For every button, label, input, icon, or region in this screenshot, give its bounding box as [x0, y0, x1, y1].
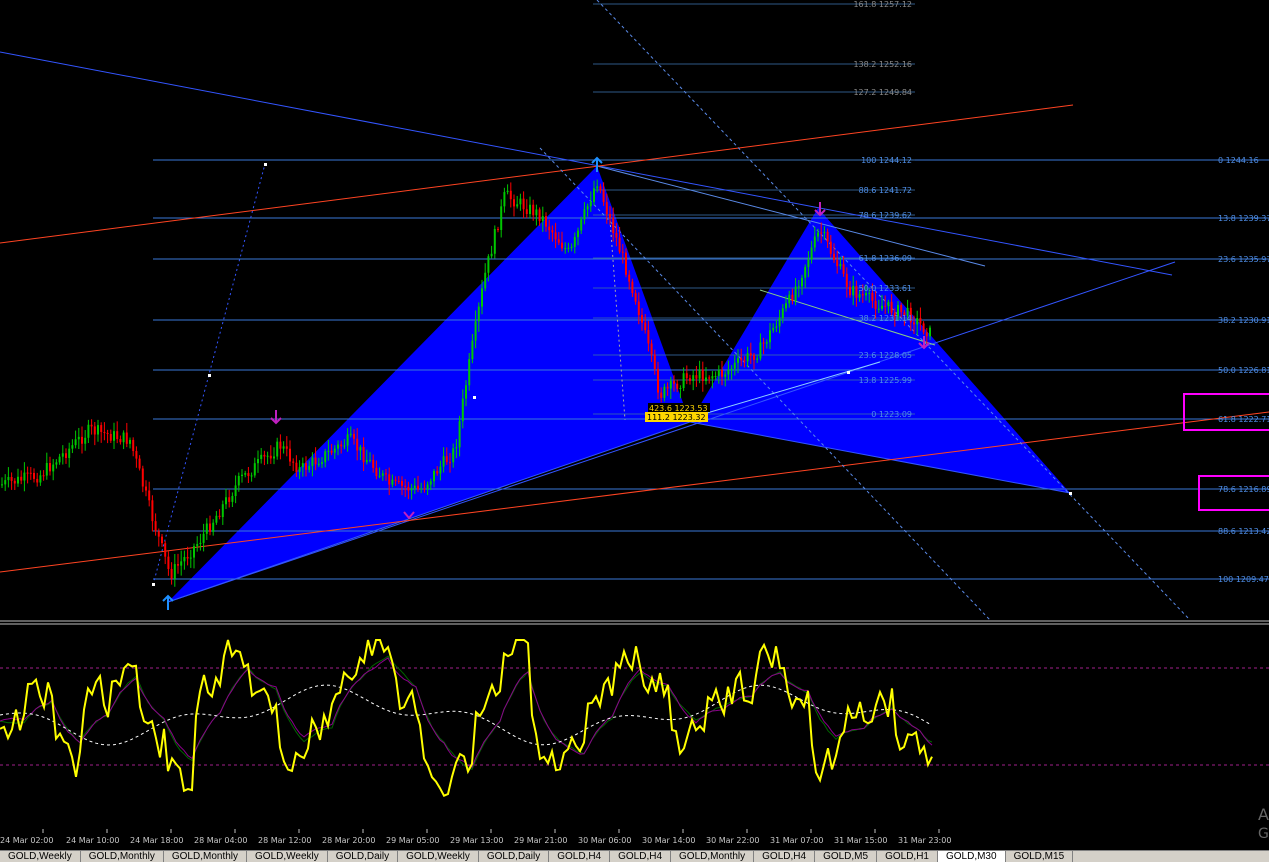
time-axis-label: 29 Mar 21:00	[514, 836, 567, 845]
chart-tab[interactable]: GOLD,Daily	[479, 851, 550, 862]
chart-tab[interactable]: GOLD,Daily	[328, 851, 399, 862]
fib-level-label: 61.8 1222.71	[1218, 415, 1269, 424]
time-axis-label: 29 Mar 13:00	[450, 836, 503, 845]
fib-ext-label: 23.6 1228.05	[859, 351, 912, 360]
chart-tab-bar: GOLD,Weekly GOLD,Monthly GOLD,Monthly GOLD,…	[0, 850, 1269, 862]
fib-ext-label: 127.2 1249.84	[853, 88, 912, 97]
price-tag-lower: 111.2 1223.32	[647, 413, 706, 422]
time-axis-label: 24 Mar 02:00	[0, 836, 53, 845]
time-axis-label: 30 Mar 14:00	[642, 836, 695, 845]
time-axis-label: 31 Mar 15:00	[834, 836, 887, 845]
watermark-line-2: G	[1258, 826, 1269, 842]
time-axis-label: 31 Mar 23:00	[898, 836, 951, 845]
time-axis-label: 29 Mar 05:00	[386, 836, 439, 845]
chart-tab[interactable]: GOLD,Weekly	[0, 851, 81, 862]
time-axis-label: 28 Mar 20:00	[322, 836, 375, 845]
time-axis-label: 24 Mar 10:00	[66, 836, 119, 845]
fib-level-label: 50.0 1226.81	[1218, 366, 1269, 375]
chart-tab[interactable]: GOLD,H4	[610, 851, 672, 862]
fib-level-label: 13.8 1239.37	[1218, 214, 1269, 223]
chart-tab[interactable]: GOLD,Monthly	[81, 851, 164, 862]
chart-tab[interactable]: GOLD,H4	[754, 851, 816, 862]
fib-ext-label: 78.6 1239.62	[859, 211, 912, 220]
time-axis-label: 30 Mar 06:00	[578, 836, 631, 845]
fib-ext-label: 0 1223.09	[871, 410, 912, 419]
fib-ext-label: 61.8 1236.09	[859, 254, 912, 263]
chart-tab[interactable]: GOLD,H1	[877, 851, 938, 862]
chart-tab[interactable]: GOLD,M15	[1006, 851, 1074, 862]
price-tag-upper: 423.6 1223.53	[649, 404, 708, 413]
fib-level-label: 88.6 1213.42	[1218, 527, 1269, 536]
fib-ext-label: 88.6 1241.72	[859, 186, 912, 195]
time-axis-label: 24 Mar 18:00	[130, 836, 183, 845]
chart-tab[interactable]: GOLD,Monthly	[164, 851, 248, 862]
time-axis-label: 28 Mar 12:00	[258, 836, 311, 845]
fib-ext-label: 138.2 1252.16	[853, 60, 912, 69]
chart-tab[interactable]: GOLD,Weekly	[247, 851, 328, 862]
time-axis-label: 30 Mar 22:00	[706, 836, 759, 845]
chart-tab[interactable]: GOLD,H4	[549, 851, 611, 862]
chart-tab[interactable]: GOLD,Weekly	[398, 851, 479, 862]
fib-level-label: 100 1209.47	[1218, 575, 1269, 584]
fib-level-label: 78.6 1216.89	[1218, 485, 1269, 494]
fib-level-label: 23.6 1235.97	[1218, 255, 1269, 264]
fib-ext-label: 13.8 1225.99	[859, 376, 912, 385]
time-axis-label: 28 Mar 04:00	[194, 836, 247, 845]
fib-ext-label: 161.8 1257.12	[853, 0, 912, 9]
fib-ext-label: 50.0 1233.61	[859, 284, 912, 293]
fib-ext-label: 38.2 1231.14	[859, 314, 912, 323]
price-tag-group: 423.6 1223.53 111.2 1223.32	[645, 403, 710, 422]
chart-window[interactable]: 0 1244.16 13.8 1239.37 23.6 1235.97 38.2 12…	[0, 0, 1269, 850]
fib-level-label: 38.2 1230.91	[1218, 316, 1269, 325]
chart-tab[interactable]: GOLD,M5	[815, 851, 878, 862]
time-axis-label: 31 Mar 07:00	[770, 836, 823, 845]
chart-tab[interactable]: GOLD,M30	[937, 851, 1006, 862]
fib-ext-label: 100 1244.12	[861, 156, 912, 165]
watermark-line-1: A	[1258, 805, 1269, 824]
fib-level-label: 0 1244.16	[1218, 156, 1259, 165]
chart-tab[interactable]: GOLD,Monthly	[671, 851, 755, 862]
